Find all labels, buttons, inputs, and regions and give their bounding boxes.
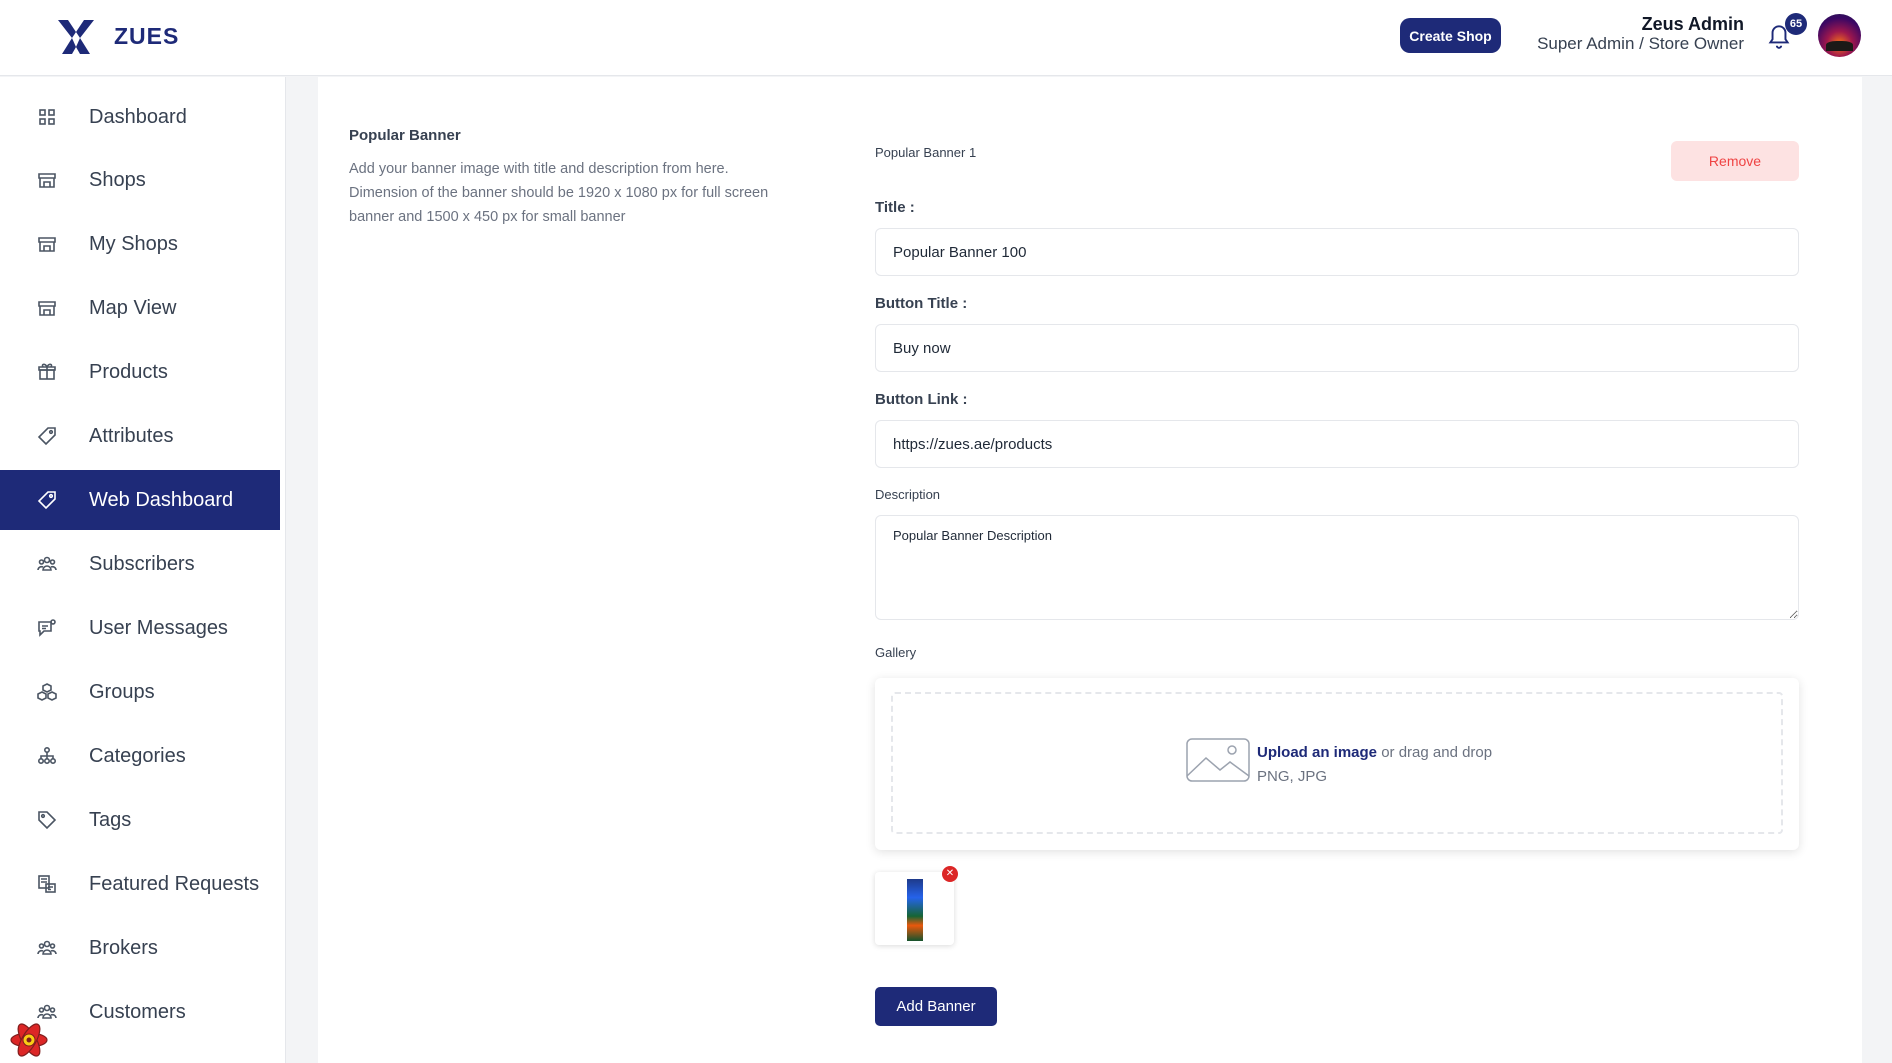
gift-icon: [36, 361, 58, 383]
remove-button[interactable]: Remove: [1671, 141, 1799, 181]
sidebar-item-label: My Shops: [89, 232, 178, 255]
sidebar-item-groups[interactable]: Groups: [0, 662, 280, 722]
sidebar-item-web-dashboard[interactable]: Web Dashboard: [0, 470, 280, 530]
thumbnail-image: [907, 879, 923, 941]
sidebar-item-map-view[interactable]: Map View: [0, 278, 280, 338]
description-label: Description: [875, 487, 941, 502]
create-shop-button[interactable]: Create Shop: [1400, 18, 1501, 53]
sidebar-item-label: Categories: [89, 744, 186, 767]
users-icon: [36, 937, 58, 959]
upload-formats: PNG, JPG: [1257, 768, 1328, 785]
upload-instructions: Upload an image or drag and drop: [1257, 744, 1492, 761]
user-role: Super Admin / Store Owner: [1537, 34, 1744, 53]
sidebar-item-label: Products: [89, 360, 168, 383]
message-icon: [36, 617, 58, 639]
title-field[interactable]: [875, 228, 1799, 276]
sidebar: Dashboard Shops My Shops Map View Produc…: [0, 77, 286, 1063]
sidebar-item-my-shops[interactable]: My Shops: [0, 214, 280, 274]
sidebar-item-featured-requests[interactable]: Featured Requests: [0, 854, 280, 914]
sidebar-item-label: Dashboard: [89, 105, 187, 128]
sidebar-item-label: Attributes: [89, 424, 174, 447]
react-devtools-icon[interactable]: [8, 1019, 50, 1061]
cubes-icon: [36, 681, 58, 703]
sidebar-item-attributes[interactable]: Attributes: [0, 406, 280, 466]
zues-logo-icon: [58, 20, 94, 54]
sidebar-item-label: Web Dashboard: [89, 488, 234, 511]
main-content: Popular Banner Add your banner image wit…: [318, 77, 1862, 1063]
notification-badge: 65: [1785, 13, 1807, 35]
upload-instructions-rest: or drag and drop: [1377, 744, 1493, 761]
close-icon[interactable]: ✕: [942, 866, 958, 882]
uploaded-image-thumbnail[interactable]: ✕: [875, 866, 958, 945]
top-header: ZUES Create Shop Zeus Admin Super Admin …: [0, 0, 1892, 76]
store-icon: [36, 297, 58, 319]
button-title-label: Button Title :: [875, 295, 968, 312]
banner-heading: Popular Banner 1: [875, 145, 977, 160]
tag-icon: [36, 489, 58, 511]
sidebar-item-user-messages[interactable]: User Messages: [0, 598, 280, 658]
image-dropzone[interactable]: Upload an image or drag and drop PNG, JP…: [891, 692, 1783, 834]
tag-icon: [36, 425, 58, 447]
sidebar-item-dashboard[interactable]: Dashboard: [0, 87, 280, 147]
sidebar-item-label: Brokers: [89, 936, 158, 959]
description-field[interactable]: Popular Banner Description: [875, 515, 1799, 620]
sidebar-item-label: User Messages: [89, 616, 228, 639]
sidebar-item-label: Map View: [89, 296, 177, 319]
sidebar-item-label: Subscribers: [89, 552, 195, 575]
label-icon: [36, 809, 58, 831]
gallery-label: Gallery: [875, 645, 917, 660]
user-name: Zeus Admin: [1641, 14, 1744, 34]
sidebar-item-label: Tags: [89, 808, 132, 831]
button-title-field[interactable]: [875, 324, 1799, 372]
button-link-label: Button Link :: [875, 391, 968, 408]
brand-logo[interactable]: ZUES: [54, 14, 179, 58]
brand-name: ZUES: [114, 22, 180, 49]
image-placeholder-icon: [1186, 738, 1250, 782]
sidebar-item-categories[interactable]: Categories: [0, 726, 280, 786]
avatar[interactable]: [1818, 14, 1861, 57]
add-banner-button[interactable]: Add Banner: [875, 987, 997, 1026]
user-info[interactable]: Zeus Admin Super Admin / Store Owner: [1537, 14, 1744, 54]
sidebar-item-label: Shops: [89, 168, 146, 191]
title-label: Title :: [875, 199, 915, 216]
sidebar-item-brokers[interactable]: Brokers: [0, 918, 280, 978]
sidebar-item-label: Customers: [89, 1000, 186, 1023]
section-title: Popular Banner: [349, 127, 461, 144]
section-description: Add your banner image with title and des…: [349, 161, 769, 225]
hierarchy-icon: [36, 745, 58, 767]
sidebar-item-subscribers[interactable]: Subscribers: [0, 534, 280, 594]
users-icon: [36, 553, 58, 575]
button-link-field[interactable]: [875, 420, 1799, 468]
store-icon: [36, 169, 58, 191]
store-icon: [36, 233, 58, 255]
featured-icon: [36, 873, 58, 895]
sidebar-item-label: Groups: [89, 680, 155, 703]
upload-image-link[interactable]: Upload an image: [1257, 744, 1377, 761]
sidebar-item-products[interactable]: Products: [0, 342, 280, 402]
grid-icon: [36, 106, 58, 128]
sidebar-item-label: Featured Requests: [89, 872, 260, 895]
sidebar-item-shops[interactable]: Shops: [0, 150, 280, 210]
sidebar-item-tags[interactable]: Tags: [0, 790, 280, 850]
gallery-upload-box: Upload an image or drag and drop PNG, JP…: [875, 678, 1799, 850]
